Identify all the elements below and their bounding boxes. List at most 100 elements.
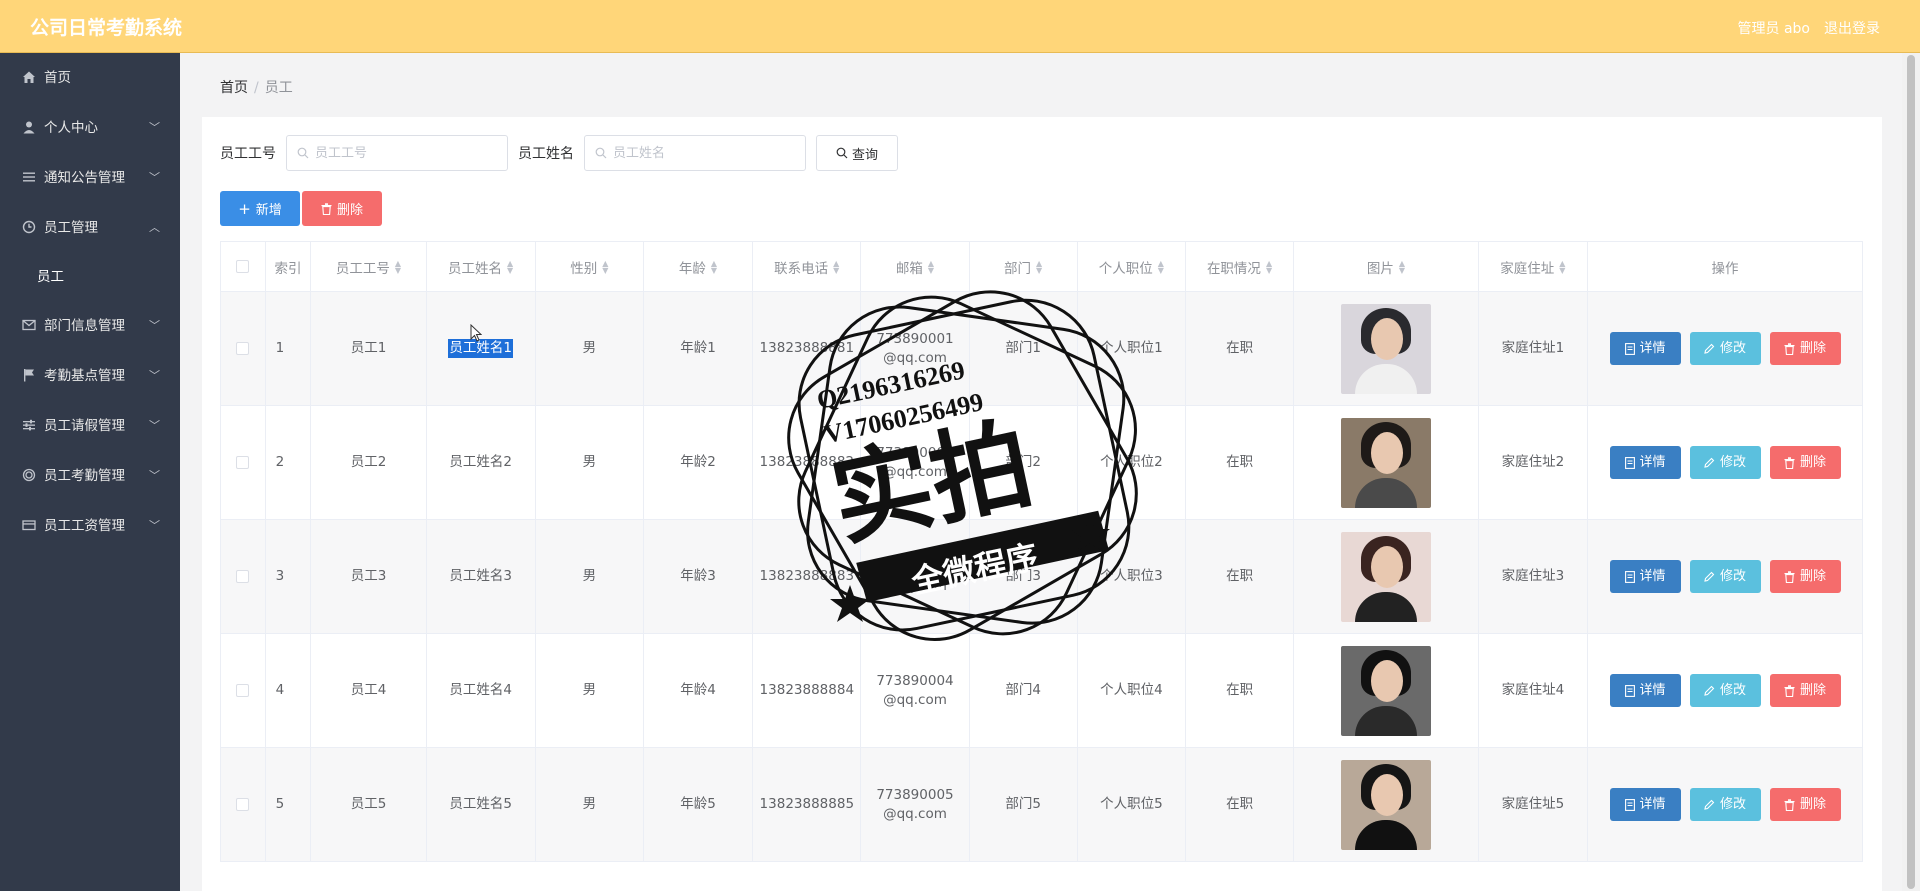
chevron-down-icon: ﹀ xyxy=(149,369,160,382)
sidebar-item-label: 考勤基点管理 xyxy=(44,368,125,384)
row-checkbox[interactable] xyxy=(236,684,250,697)
column-header[interactable]: 部门 ▲ ▼ xyxy=(970,242,1078,291)
department-cell: 部门1 xyxy=(970,292,1078,405)
phone-cell: 13823888883 xyxy=(753,520,862,633)
row-checkbox[interactable] xyxy=(236,798,250,811)
address-cell: 家庭住址4 xyxy=(1479,634,1589,747)
column-header[interactable]: 员工工号 ▲ ▼ xyxy=(311,242,427,291)
photo-cell xyxy=(1294,748,1479,861)
column-header[interactable]: 联系电话 ▲ ▼ xyxy=(753,242,862,291)
email-text: 773890002@qq.com xyxy=(876,444,954,480)
sidebar-item-home[interactable]: 首页 xyxy=(0,53,180,103)
gender-cell: 男 xyxy=(536,520,644,633)
employee-id-field xyxy=(286,135,508,171)
sidebar-item-attendance-base[interactable]: 考勤基点管理 ﹀ xyxy=(0,351,180,401)
sort-icon[interactable]: ▲ ▼ xyxy=(602,259,608,274)
row-checkbox[interactable] xyxy=(236,570,250,583)
document-icon xyxy=(1624,456,1635,469)
sort-icon[interactable]: ▲ ▼ xyxy=(1559,259,1565,274)
sort-icon[interactable]: ▲ ▼ xyxy=(928,259,934,274)
sidebar-item-employee[interactable]: 员工 xyxy=(0,253,180,301)
sort-icon[interactable]: ▲ ▼ xyxy=(1036,259,1042,274)
delete-label: 删除 xyxy=(1800,683,1827,698)
column-header[interactable]: 员工姓名 ▲ ▼ xyxy=(427,242,536,291)
edit-label: 修改 xyxy=(1720,341,1747,356)
edit-button[interactable]: 修改 xyxy=(1689,788,1761,821)
add-button[interactable]: + 新增 xyxy=(220,191,300,226)
detail-button[interactable]: 详情 xyxy=(1609,674,1681,707)
row-checkbox[interactable] xyxy=(236,342,250,355)
employee-id-cell: 员工1 xyxy=(311,292,427,405)
batch-delete-button[interactable]: 删除 xyxy=(302,191,382,226)
edit-label: 修改 xyxy=(1720,455,1747,470)
index-cell: 2 xyxy=(266,406,312,519)
scrollbar-thumb[interactable] xyxy=(1907,55,1915,889)
header-label: 索引 xyxy=(274,260,302,277)
employee-photo xyxy=(1341,759,1432,850)
sort-icon[interactable]: ▲ ▼ xyxy=(1266,259,1272,274)
column-header[interactable]: 图片 ▲ ▼ xyxy=(1294,242,1479,291)
delete-button[interactable]: 删除 xyxy=(1769,788,1841,821)
detail-button[interactable]: 详情 xyxy=(1609,788,1681,821)
employee-id-input[interactable] xyxy=(287,136,507,170)
breadcrumb-home[interactable]: 首页 xyxy=(220,80,248,96)
mail-icon xyxy=(22,319,36,331)
delete-button[interactable]: 删除 xyxy=(1769,332,1841,365)
page-scrollbar[interactable] xyxy=(1902,53,1920,891)
delete-button[interactable]: 删除 xyxy=(1769,560,1841,593)
delete-label: 删除 xyxy=(1800,569,1827,584)
employee-name-input[interactable] xyxy=(585,136,805,170)
logout-link[interactable]: 退出登录 xyxy=(1824,18,1880,38)
edit-button[interactable]: 修改 xyxy=(1689,674,1761,707)
top-bar: 公司日常考勤系统 管理员 abo 退出登录 xyxy=(0,0,1920,53)
employee-name-text: 员工姓名3 xyxy=(449,568,512,584)
delete-button[interactable]: 删除 xyxy=(1769,446,1841,479)
index-cell: 5 xyxy=(266,748,312,861)
photo-cell xyxy=(1294,634,1479,747)
row-select-cell xyxy=(221,634,266,747)
row-checkbox[interactable] xyxy=(236,456,250,469)
operations-cell: 详情 修改 删除 xyxy=(1588,292,1862,405)
sort-icon[interactable]: ▲ ▼ xyxy=(395,259,401,274)
edit-button[interactable]: 修改 xyxy=(1689,332,1761,365)
column-header[interactable]: 家庭住址 ▲ ▼ xyxy=(1479,242,1588,291)
status-cell: 在职 xyxy=(1186,634,1295,747)
column-header[interactable]: 在职情况 ▲ ▼ xyxy=(1186,242,1295,291)
sort-icon[interactable]: ▲ ▼ xyxy=(711,259,717,274)
sort-icon[interactable]: ▲ ▼ xyxy=(1399,259,1405,274)
position-cell: 个人职位4 xyxy=(1078,634,1186,747)
home-icon xyxy=(23,71,35,83)
sidebar-item-label: 通知公告管理 xyxy=(44,170,125,186)
sidebar-item-employee-mgmt[interactable]: 员工管理 ︿ xyxy=(0,203,180,253)
department-cell: 部门4 xyxy=(970,634,1078,747)
column-header[interactable]: 个人职位 ▲ ▼ xyxy=(1078,242,1186,291)
email-cell: 773890002@qq.com xyxy=(861,406,970,519)
edit-button[interactable]: 修改 xyxy=(1689,446,1761,479)
detail-button[interactable]: 详情 xyxy=(1609,332,1681,365)
sort-icon[interactable]: ▲ ▼ xyxy=(833,259,839,274)
sidebar-item-salary[interactable]: 员工工资管理 ﹀ xyxy=(0,501,180,551)
detail-button[interactable]: 详情 xyxy=(1609,560,1681,593)
phone-cell: 13823888882 xyxy=(753,406,862,519)
column-header[interactable]: 性别 ▲ ▼ xyxy=(536,242,644,291)
delete-button[interactable]: 删除 xyxy=(1769,674,1841,707)
sidebar-item-personal-center[interactable]: 个人中心 ﹀ xyxy=(0,103,180,153)
pencil-icon xyxy=(1704,685,1715,696)
edit-button[interactable]: 修改 xyxy=(1689,560,1761,593)
sidebar-item-leave[interactable]: 员工请假管理 ﹀ xyxy=(0,401,180,451)
sidebar-item-notice[interactable]: 通知公告管理 ﹀ xyxy=(0,153,180,203)
sort-icon[interactable]: ▲ ▼ xyxy=(1158,259,1164,274)
detail-button[interactable]: 详情 xyxy=(1609,446,1681,479)
sidebar-item-department[interactable]: 部门信息管理 ﹀ xyxy=(0,301,180,351)
sort-icon[interactable]: ▲ ▼ xyxy=(507,259,513,274)
column-header[interactable]: 邮箱 ▲ ▼ xyxy=(861,242,970,291)
document-icon xyxy=(1624,570,1635,583)
status-cell: 在职 xyxy=(1186,292,1295,405)
current-user: 管理员 abo xyxy=(1737,21,1810,37)
row-select-cell xyxy=(221,406,266,519)
sidebar-item-attendance[interactable]: 员工考勤管理 ﹀ xyxy=(0,451,180,501)
query-button[interactable]: 查询 xyxy=(816,135,898,171)
table-body: 1 员工1 员工姓名1 男 年龄1 13823888881 773890001@… xyxy=(221,292,1862,862)
select-all-checkbox[interactable] xyxy=(236,260,250,273)
column-header[interactable]: 年龄 ▲ ▼ xyxy=(644,242,754,291)
